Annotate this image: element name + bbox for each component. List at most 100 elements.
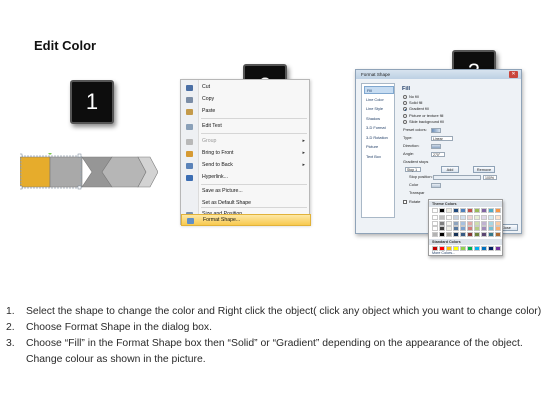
- fill-option-slide-background-fill[interactable]: Slide background fill: [403, 119, 483, 125]
- shape-strip-graphic[interactable]: [20, 153, 158, 191]
- menu-item-group[interactable]: Group ▸: [181, 136, 311, 148]
- menu-item-paste[interactable]: Paste: [181, 106, 311, 118]
- menu-item-cut[interactable]: Cut: [181, 82, 311, 94]
- nav-line-color[interactable]: Line Color: [364, 96, 394, 104]
- radio-button[interactable]: [403, 107, 407, 112]
- theme-color-swatch[interactable]: [495, 231, 501, 237]
- stop-select[interactable]: Stop 1: [405, 166, 421, 172]
- type-select[interactable]: Linear: [431, 135, 453, 141]
- theme-color-swatch[interactable]: [432, 215, 438, 220]
- menu-item-format-shape[interactable]: Format Shape...: [181, 214, 311, 226]
- preset-colors-dropdown[interactable]: [431, 127, 441, 133]
- nav-text-box[interactable]: Text Box: [364, 153, 394, 161]
- theme-color-swatch[interactable]: [439, 208, 445, 213]
- nav-3-d-rotation[interactable]: 3-D Rotation: [364, 134, 394, 142]
- theme-color-swatch[interactable]: [467, 220, 473, 226]
- fill-option-solid-fill[interactable]: Solid fill: [403, 100, 483, 106]
- standard-color-swatch[interactable]: [432, 245, 438, 251]
- shape-segment-1[interactable]: [20, 156, 51, 188]
- menu-item-bring-to-front[interactable]: Bring to Front ▸: [181, 148, 311, 160]
- stop-position-input[interactable]: 100%: [483, 174, 497, 180]
- theme-color-swatch[interactable]: [446, 226, 452, 231]
- radio-button[interactable]: [403, 95, 407, 99]
- theme-color-swatch[interactable]: [446, 220, 452, 226]
- fill-option-picture-or-texture-fill[interactable]: Picture or texture fill: [403, 113, 483, 119]
- theme-color-swatch[interactable]: [467, 215, 473, 220]
- theme-color-swatch[interactable]: [432, 226, 438, 231]
- remove-button[interactable]: Remove: [473, 166, 495, 173]
- standard-color-swatch[interactable]: [488, 245, 494, 251]
- theme-color-swatch[interactable]: [474, 220, 480, 226]
- theme-color-swatch[interactable]: [439, 220, 445, 226]
- theme-color-swatch[interactable]: [488, 226, 494, 231]
- theme-color-swatch[interactable]: [453, 226, 459, 231]
- theme-color-swatch[interactable]: [439, 231, 445, 237]
- theme-color-swatch[interactable]: [446, 208, 452, 213]
- nav-picture[interactable]: Picture: [364, 143, 394, 151]
- standard-color-swatch[interactable]: [446, 245, 452, 251]
- theme-color-swatch[interactable]: [474, 231, 480, 237]
- add-button[interactable]: Add: [441, 166, 459, 173]
- theme-color-swatch[interactable]: [446, 231, 452, 237]
- theme-color-swatch[interactable]: [488, 220, 494, 226]
- theme-color-swatch[interactable]: [432, 231, 438, 237]
- theme-color-swatch[interactable]: [488, 231, 494, 237]
- direction-dropdown[interactable]: [431, 143, 441, 149]
- shape-segment-2[interactable]: [49, 156, 83, 188]
- menu-item-send-to-back[interactable]: Send to Back ▸: [181, 160, 311, 172]
- theme-color-swatch[interactable]: [467, 231, 473, 237]
- menu-item-edit-text[interactable]: Edit Text: [181, 121, 311, 133]
- theme-color-swatch[interactable]: [453, 208, 459, 213]
- selection-handle[interactable]: [77, 153, 82, 158]
- theme-color-swatch[interactable]: [481, 215, 487, 220]
- theme-color-swatch[interactable]: [439, 226, 445, 231]
- close-icon[interactable]: ✕: [509, 71, 518, 78]
- standard-color-swatch[interactable]: [481, 245, 487, 251]
- radio-button[interactable]: [403, 113, 407, 118]
- theme-color-swatch[interactable]: [481, 226, 487, 231]
- theme-color-swatch[interactable]: [446, 215, 452, 220]
- theme-color-swatch[interactable]: [474, 208, 480, 213]
- nav-shadow[interactable]: Shadow: [364, 115, 394, 123]
- theme-color-swatch[interactable]: [495, 226, 501, 231]
- theme-color-swatch[interactable]: [460, 226, 466, 231]
- selection-handle[interactable]: [20, 153, 23, 158]
- theme-color-swatch[interactable]: [453, 220, 459, 226]
- fill-option-no-fill[interactable]: No fill: [403, 94, 483, 100]
- theme-color-swatch[interactable]: [460, 220, 466, 226]
- theme-color-swatch[interactable]: [467, 226, 473, 231]
- theme-color-swatch[interactable]: [481, 220, 487, 226]
- fill-option-gradient-fill[interactable]: Gradient fill: [403, 106, 483, 112]
- nav-fill[interactable]: Fill: [364, 86, 394, 94]
- theme-color-swatch[interactable]: [488, 215, 494, 220]
- theme-color-swatch[interactable]: [460, 231, 466, 237]
- color-dropdown[interactable]: [431, 182, 441, 188]
- theme-color-swatch[interactable]: [495, 215, 501, 220]
- nav-line-style[interactable]: Line Style: [364, 105, 394, 113]
- theme-color-swatch[interactable]: [432, 208, 438, 213]
- theme-color-swatch[interactable]: [453, 215, 459, 220]
- selection-handle[interactable]: [77, 185, 82, 190]
- menu-item-hyperlink[interactable]: Hyperlink...: [181, 172, 311, 184]
- standard-color-swatch[interactable]: [453, 245, 459, 251]
- theme-color-swatch[interactable]: [460, 208, 466, 213]
- theme-color-swatch[interactable]: [432, 220, 438, 226]
- standard-color-swatch[interactable]: [460, 245, 466, 251]
- stop-position-slider[interactable]: [433, 174, 481, 180]
- angle-input[interactable]: 270°: [431, 151, 445, 157]
- standard-color-swatch[interactable]: [474, 245, 480, 251]
- menu-item-save-as-picture[interactable]: Save as Picture...: [181, 186, 311, 198]
- theme-color-swatch[interactable]: [481, 231, 487, 237]
- selection-handle[interactable]: [20, 185, 23, 190]
- theme-color-swatch[interactable]: [467, 208, 473, 213]
- standard-color-swatch[interactable]: [467, 245, 473, 251]
- menu-item-copy[interactable]: Copy: [181, 94, 311, 106]
- nav-3-d-format[interactable]: 3-D Format: [364, 124, 394, 132]
- theme-color-swatch[interactable]: [474, 215, 480, 220]
- standard-color-swatch[interactable]: [439, 245, 445, 251]
- radio-button[interactable]: [403, 101, 407, 106]
- theme-color-swatch[interactable]: [488, 208, 494, 213]
- standard-color-swatch[interactable]: [495, 245, 501, 251]
- rotate-checkbox[interactable]: [403, 200, 407, 204]
- shape-strip[interactable]: [20, 153, 158, 191]
